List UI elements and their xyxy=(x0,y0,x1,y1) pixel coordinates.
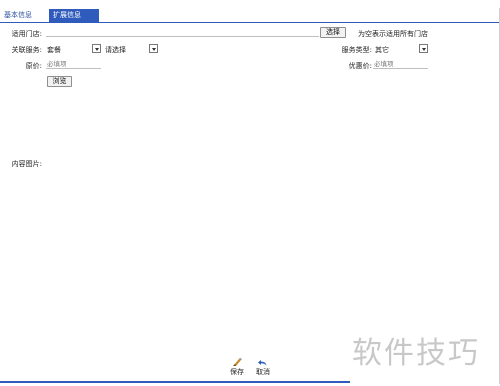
original-price-input[interactable] xyxy=(46,60,101,69)
related-service-sub-value: 请选择 xyxy=(105,46,126,54)
tab-basic-info[interactable]: 基本信息 xyxy=(4,9,46,22)
cancel-label: 取消 xyxy=(256,368,270,376)
related-service-sub-select[interactable]: 请选择 xyxy=(103,44,158,54)
browse-button[interactable]: 浏览 xyxy=(47,76,72,87)
footer-divider xyxy=(0,381,350,383)
discount-price-label: 优惠价: xyxy=(348,62,372,70)
chevron-down-icon[interactable] xyxy=(419,44,428,53)
watermark-text: 软件技巧 xyxy=(352,336,480,371)
store-input[interactable] xyxy=(46,28,319,37)
save-icon xyxy=(231,358,243,367)
discount-price-input[interactable] xyxy=(373,60,428,69)
tab-bar: 基本信息 扩展信息 xyxy=(0,8,500,23)
related-service-label: 关联服务: xyxy=(11,46,42,54)
tab-extended-info[interactable]: 扩展信息 xyxy=(49,9,99,22)
store-label: 适用门店: xyxy=(11,30,42,38)
cancel-button[interactable]: 取消 xyxy=(253,358,273,377)
save-button[interactable]: 保存 xyxy=(227,358,247,377)
related-service-select[interactable]: 套餐 xyxy=(45,44,101,54)
select-store-button[interactable]: 选择 xyxy=(320,27,346,38)
save-label: 保存 xyxy=(230,368,244,376)
service-type-value: 其它 xyxy=(375,46,389,54)
content-image-label: 内容图片: xyxy=(11,160,42,168)
chevron-down-icon[interactable] xyxy=(92,44,101,53)
service-type-label: 服务类型: xyxy=(341,46,372,54)
service-type-select[interactable]: 其它 xyxy=(373,44,428,54)
undo-icon xyxy=(257,358,269,367)
original-price-label: 原价: xyxy=(25,62,42,70)
related-service-value: 套餐 xyxy=(47,46,61,54)
chevron-down-icon[interactable] xyxy=(149,44,158,53)
store-hint: 为空表示适用所有门店 xyxy=(358,30,428,38)
